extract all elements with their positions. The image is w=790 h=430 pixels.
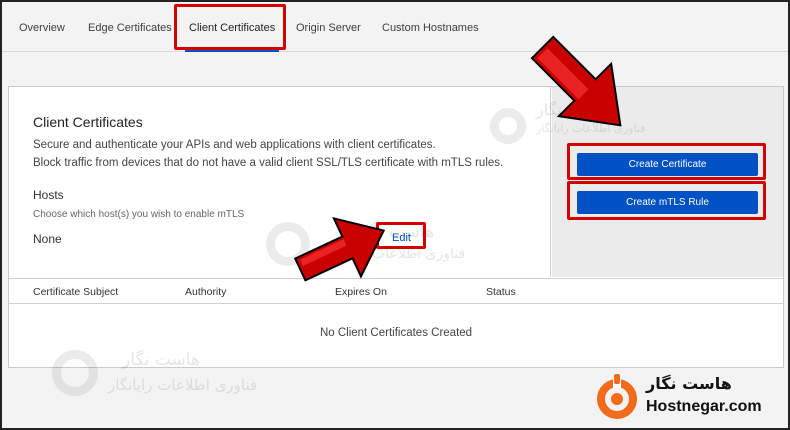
logo-name-en: Hostnegar.com bbox=[646, 398, 762, 415]
column-header-certificate-subject[interactable]: Certificate Subject bbox=[33, 279, 118, 305]
hosts-help-text: Choose which host(s) you wish to enable … bbox=[33, 209, 245, 220]
create-mtls-rule-button[interactable]: Create mTLS Rule bbox=[577, 191, 758, 214]
column-header-expires-on[interactable]: Expires On bbox=[335, 279, 387, 305]
client-certificates-card: Client Certificates Secure and authentic… bbox=[8, 86, 784, 368]
column-header-status[interactable]: Status bbox=[486, 279, 516, 305]
card-description-line1: Secure and authenticate your APIs and we… bbox=[33, 139, 436, 151]
tab-edge-certificates[interactable]: Edge Certificates bbox=[88, 2, 172, 52]
card-info-section: Client Certificates Secure and authentic… bbox=[9, 87, 551, 277]
tab-client-certificates[interactable]: Client Certificates bbox=[184, 2, 280, 52]
card-actions-section: Create Certificate Create mTLS Rule bbox=[552, 87, 783, 277]
hostnegar-logo: هاست نگار Hostnegar.com bbox=[590, 372, 786, 424]
hosts-value: None bbox=[33, 232, 62, 246]
card-description-line2: Block traffic from devices that do not h… bbox=[33, 157, 504, 169]
tab-overview[interactable]: Overview bbox=[19, 2, 65, 52]
hosts-title: Hosts bbox=[33, 188, 64, 202]
column-header-authority[interactable]: Authority bbox=[185, 279, 226, 305]
hostnegar-logo-icon bbox=[597, 374, 637, 419]
card-title: Client Certificates bbox=[33, 114, 143, 130]
tab-bar: Overview Edge Certificates Client Certif… bbox=[2, 2, 788, 52]
tab-origin-server[interactable]: Origin Server bbox=[296, 2, 361, 52]
empty-table-message: No Client Certificates Created bbox=[319, 327, 473, 339]
edit-hosts-link[interactable]: Edit bbox=[392, 232, 411, 244]
create-certificate-button[interactable]: Create Certificate bbox=[577, 153, 758, 176]
logo-name-fa: هاست نگار bbox=[646, 374, 732, 393]
certificates-table-header: Certificate Subject Authority Expires On… bbox=[9, 278, 783, 304]
tab-custom-hostnames[interactable]: Custom Hostnames bbox=[382, 2, 479, 52]
